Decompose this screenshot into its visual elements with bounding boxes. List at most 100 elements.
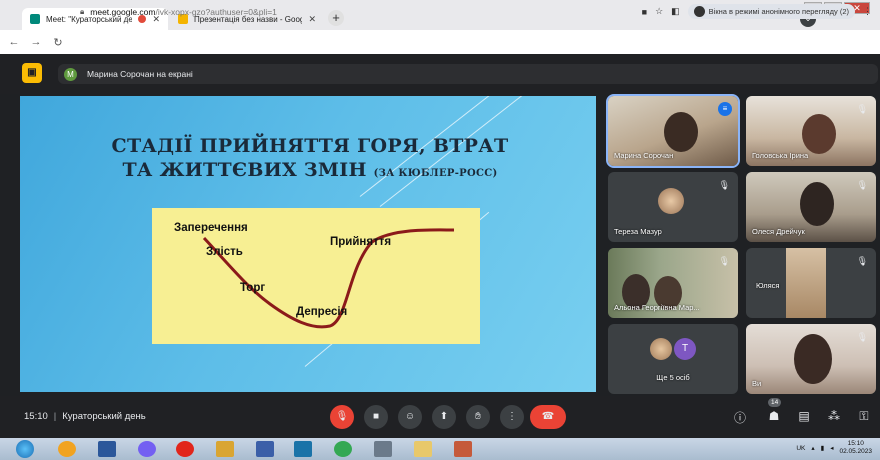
presenter-avatar: M <box>64 67 77 81</box>
host-controls-icon[interactable]: ⚿ <box>856 409 872 424</box>
meeting-details-icon[interactable]: ⓘ <box>732 409 748 426</box>
folder-icon[interactable] <box>216 441 234 457</box>
tray-arrow-icon[interactable]: ▴ <box>811 444 814 452</box>
more-participants-tile[interactable]: T Ще 5 осіб <box>608 324 738 394</box>
stage-anger: Злість <box>206 246 243 258</box>
notes-icon[interactable] <box>414 441 432 457</box>
volume-icon[interactable]: ◂ <box>830 444 833 452</box>
reactions-button[interactable]: ☺ <box>398 405 422 429</box>
tray-time: 15:10 <box>847 440 864 447</box>
mic-off-icon: 🎙︎ <box>718 256 730 266</box>
mic-toggle-button[interactable]: 🎙︎ <box>330 405 354 429</box>
network-icon[interactable]: ▮ <box>821 444 825 452</box>
mic-off-icon: 🎙︎ <box>856 104 868 114</box>
language-indicator[interactable]: UK <box>796 445 805 452</box>
participant-avatar <box>658 188 684 214</box>
viber-icon[interactable] <box>138 441 156 457</box>
emoji-icon: ☺ <box>404 411 416 422</box>
start-button[interactable] <box>16 440 34 458</box>
end-call-button[interactable]: ☎ <box>530 405 566 429</box>
side-panel-icon[interactable]: ◧ <box>671 6 680 17</box>
participant-name: Тереза Мазур <box>614 227 662 236</box>
present-button[interactable]: ⬆ <box>432 405 456 429</box>
word-icon[interactable] <box>98 441 116 457</box>
more-menu-icon[interactable]: ⋮ <box>863 6 872 17</box>
tray-clock[interactable]: 15:10 02.05.2023 <box>839 440 872 456</box>
url-host: meet.google.com <box>90 7 156 17</box>
shared-slide: СТАДІЇ ПРИЙНЯТТЯ ГОРЯ, ВТРАТ ТА ЖИТТЄВИХ… <box>20 96 596 392</box>
phone-hangup-icon: ☎ <box>541 411 555 422</box>
forward-icon[interactable]: → <box>28 36 44 48</box>
present-screen-icon: ⬆ <box>439 411 449 422</box>
participant-name: Олеся Дрейчук <box>752 227 805 236</box>
people-count-badge: 14 <box>768 398 782 407</box>
people-icon[interactable]: ☗ <box>766 409 782 423</box>
participant-tile[interactable]: 🎙︎ Альона Георгіївна Мар... <box>608 248 738 318</box>
participant-silhouette <box>802 114 836 154</box>
os-taskbar <box>0 438 880 460</box>
media-player-icon[interactable] <box>294 441 312 457</box>
self-view-tile[interactable]: 🎙︎ Ви <box>746 324 876 394</box>
participant-tile[interactable]: 🎙︎ Юляся <box>746 248 876 318</box>
chrome-icon[interactable] <box>334 441 352 457</box>
hand-icon: ✋︎ <box>475 411 481 422</box>
stage-depression: Депресія <box>296 306 348 318</box>
incognito-indicator[interactable]: Вікна в режимі анонімного перегляду (2) <box>687 4 855 19</box>
meeting-name: Кураторський день <box>62 411 146 422</box>
participant-name: Головська Ірина <box>752 151 809 160</box>
chat-icon[interactable]: ▤ <box>796 409 812 423</box>
presenter-text: Марина Сорочан на екрані <box>87 69 193 79</box>
presentation-icon[interactable]: ▣ <box>22 63 42 83</box>
camera-in-use-icon[interactable]: ■ <box>642 7 647 17</box>
bookmark-star-icon[interactable]: ☆ <box>655 6 663 17</box>
more-options-button[interactable]: ⋮ <box>500 405 524 429</box>
mic-off-icon: 🎙︎ <box>718 180 730 190</box>
video-feed <box>786 248 826 318</box>
participant-name: Юляся <box>756 281 780 290</box>
back-icon[interactable]: ← <box>6 36 22 48</box>
more-participants-label: Ще 5 осіб <box>656 373 690 382</box>
participant-silhouette <box>800 182 834 226</box>
participant-name: Альона Георгіївна Мар... <box>614 303 700 312</box>
participant-silhouette <box>664 112 698 152</box>
opera-icon[interactable] <box>176 441 194 457</box>
camera-toggle-button[interactable]: ■ <box>364 405 388 429</box>
screen: Meet: "Кураторський день" ✕ Презентація … <box>0 0 880 460</box>
mic-off-icon: 🎙︎ <box>856 256 868 266</box>
participant-initial-avatar: T <box>674 338 696 360</box>
participant-tile[interactable]: 🎙︎ Тереза Мазур <box>608 172 738 242</box>
camera-icon: ■ <box>372 411 380 422</box>
stage-denial: Заперечення <box>174 222 248 234</box>
participant-tile[interactable]: ≡ Марина Сорочан <box>606 94 740 168</box>
incognito-label: Вікна в режимі анонімного перегляду (2) <box>708 7 849 16</box>
powerpoint-icon[interactable] <box>454 441 472 457</box>
system-tray: UK ▴ ▮ ◂ 15:10 02.05.2023 <box>796 440 872 456</box>
raise-hand-button[interactable]: ✋︎ <box>466 405 490 429</box>
mic-off-icon: 🎙︎ <box>335 411 349 422</box>
address-bar[interactable]: 🔒︎ meet.google.com /ivk-xopx-gzo?authuse… <box>80 3 680 21</box>
mic-off-icon: 🎙︎ <box>856 332 868 342</box>
more-vert-icon: ⋮ <box>507 411 517 422</box>
participant-tile[interactable]: 🎙︎ Головська Ірина <box>746 96 876 166</box>
lock-icon: 🔒︎ <box>80 7 85 16</box>
participant-name: Марина Сорочан <box>614 151 674 160</box>
activities-icon[interactable]: ⁂ <box>826 409 842 423</box>
participant-avatar <box>650 338 672 360</box>
slide-title-line2: ТА ЖИТТЄВИХ ЗМІН <box>122 159 367 181</box>
mail-icon[interactable] <box>256 441 274 457</box>
browser-toolbar: ← → ↻ <box>0 30 880 54</box>
participant-tile[interactable]: 🎙︎ Олеся Дрейчук <box>746 172 876 242</box>
meet-favicon-icon <box>30 14 40 24</box>
slide-title: СТАДІЇ ПРИЙНЯТТЯ ГОРЯ, ВТРАТ ТА ЖИТТЄВИХ… <box>60 134 560 186</box>
reload-icon[interactable]: ↻ <box>50 36 66 49</box>
speaking-indicator-icon: ≡ <box>718 102 732 116</box>
slide-title-line1: СТАДІЇ ПРИЙНЯТТЯ ГОРЯ, ВТРАТ <box>111 135 509 157</box>
toolbar-actions: ■ ☆ ◧ Вікна в режимі анонімного перегляд… <box>642 4 872 19</box>
meeting-info: 15:10 | Кураторський день <box>24 411 146 422</box>
slide-title-sub: (ЗА КЮБЛЕР-РОСС) <box>373 168 498 179</box>
presenter-chip[interactable]: M Марина Сорочан на екрані <box>58 64 878 84</box>
avast-icon[interactable] <box>58 441 76 457</box>
calculator-icon[interactable] <box>374 441 392 457</box>
grief-curve-diagram: Заперечення Злість Торг Депресія Прийнят… <box>152 208 480 344</box>
separator: | <box>53 411 57 422</box>
